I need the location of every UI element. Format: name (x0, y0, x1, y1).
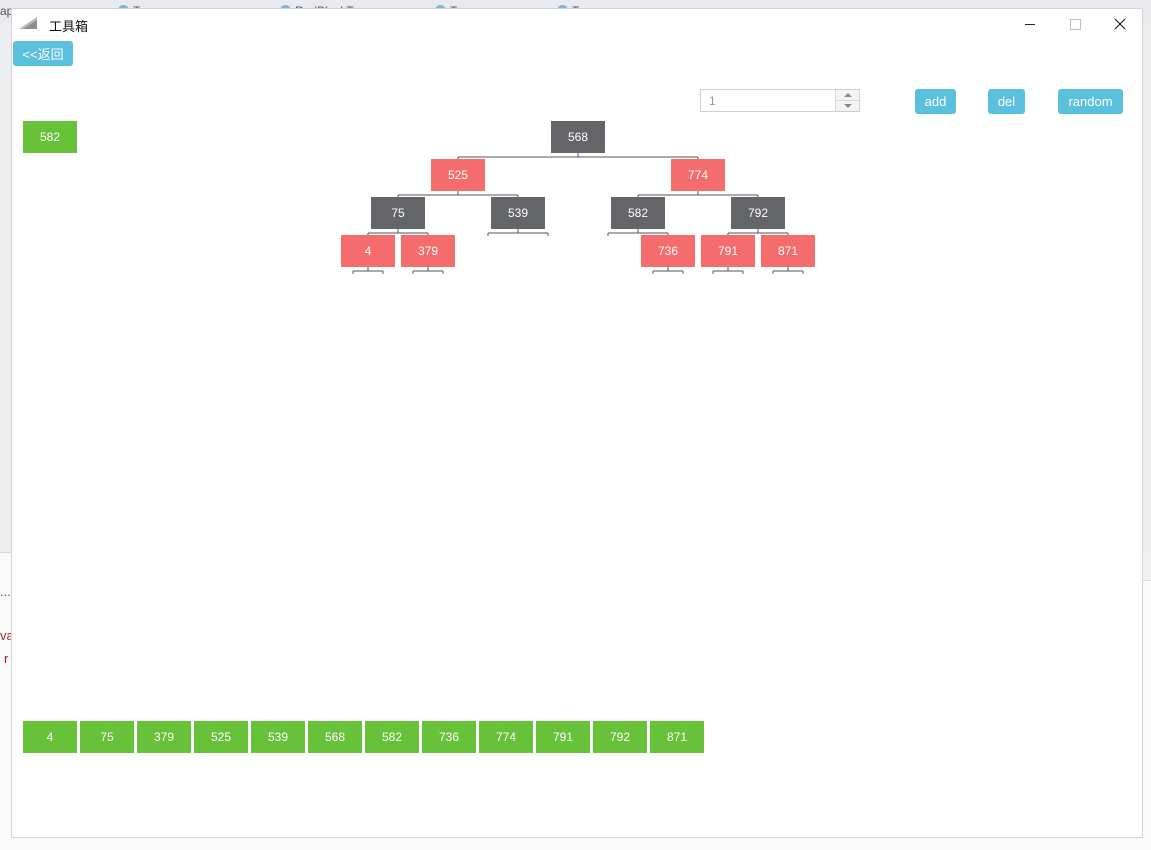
back-button[interactable]: <<返回 (13, 41, 73, 66)
tree-edge (352, 267, 384, 274)
tree-node: 792 (731, 197, 785, 229)
minimize-icon (1025, 23, 1035, 25)
chevron-down-icon (843, 104, 852, 108)
sorted-list-item: 791 (536, 721, 590, 753)
tree-edge (712, 267, 744, 274)
decrement-button[interactable] (836, 101, 859, 111)
sorted-list-item: 568 (308, 721, 362, 753)
sorted-list-item: 792 (593, 721, 647, 753)
background-text: r (4, 651, 9, 666)
maximize-icon (1069, 18, 1081, 30)
tree-node: 582 (611, 197, 665, 229)
tree-edge (412, 267, 444, 274)
sorted-list-item: 525 (194, 721, 248, 753)
tree-node: 774 (671, 159, 725, 191)
chevron-up-icon (843, 93, 852, 97)
background-text: ... (0, 584, 11, 599)
increment-button[interactable] (836, 90, 859, 101)
maximize-button[interactable] (1052, 9, 1098, 39)
tree-node: 4 (341, 235, 395, 267)
sorted-list-item: 539 (251, 721, 305, 753)
random-button[interactable]: random (1058, 89, 1123, 114)
stepper-value[interactable]: 1 (709, 94, 716, 108)
window-title: 工具箱 (49, 19, 89, 34)
background-side-strip (1143, 552, 1151, 581)
current-value-box: 582 (23, 121, 77, 153)
toolbox-window: 工具箱 <<返回 1 add del random 582 568 525 77… (11, 8, 1143, 838)
tree-edge (772, 267, 804, 274)
tree-node: 525 (431, 159, 485, 191)
sorted-list-item: 4 (23, 721, 77, 753)
sorted-list-item: 582 (365, 721, 419, 753)
tree-node: 75 (371, 197, 425, 229)
minimize-button[interactable] (1007, 9, 1053, 39)
sorted-list-item: 75 (80, 721, 134, 753)
tree-edge (487, 229, 549, 236)
tree-edge (652, 267, 684, 274)
delete-button[interactable]: del (988, 89, 1025, 114)
close-icon (1114, 18, 1126, 30)
tree-node: 568 (551, 121, 605, 153)
sorted-list-item: 774 (479, 721, 533, 753)
sorted-list-item: 379 (137, 721, 191, 753)
app-icon (19, 17, 37, 29)
tree-edge (457, 153, 699, 160)
close-button[interactable] (1097, 9, 1143, 39)
tree-node: 539 (491, 197, 545, 229)
sorted-list-item: 736 (422, 721, 476, 753)
tree-node: 736 (641, 235, 695, 267)
stepper-arrows (835, 90, 859, 111)
tree-node: 791 (701, 235, 755, 267)
tree-node: 871 (761, 235, 815, 267)
number-stepper[interactable]: 1 (700, 89, 860, 112)
add-button[interactable]: add (915, 89, 956, 114)
sorted-list-item: 871 (650, 721, 704, 753)
tree-node: 379 (401, 235, 455, 267)
title-bar[interactable]: 工具箱 (12, 9, 1142, 39)
